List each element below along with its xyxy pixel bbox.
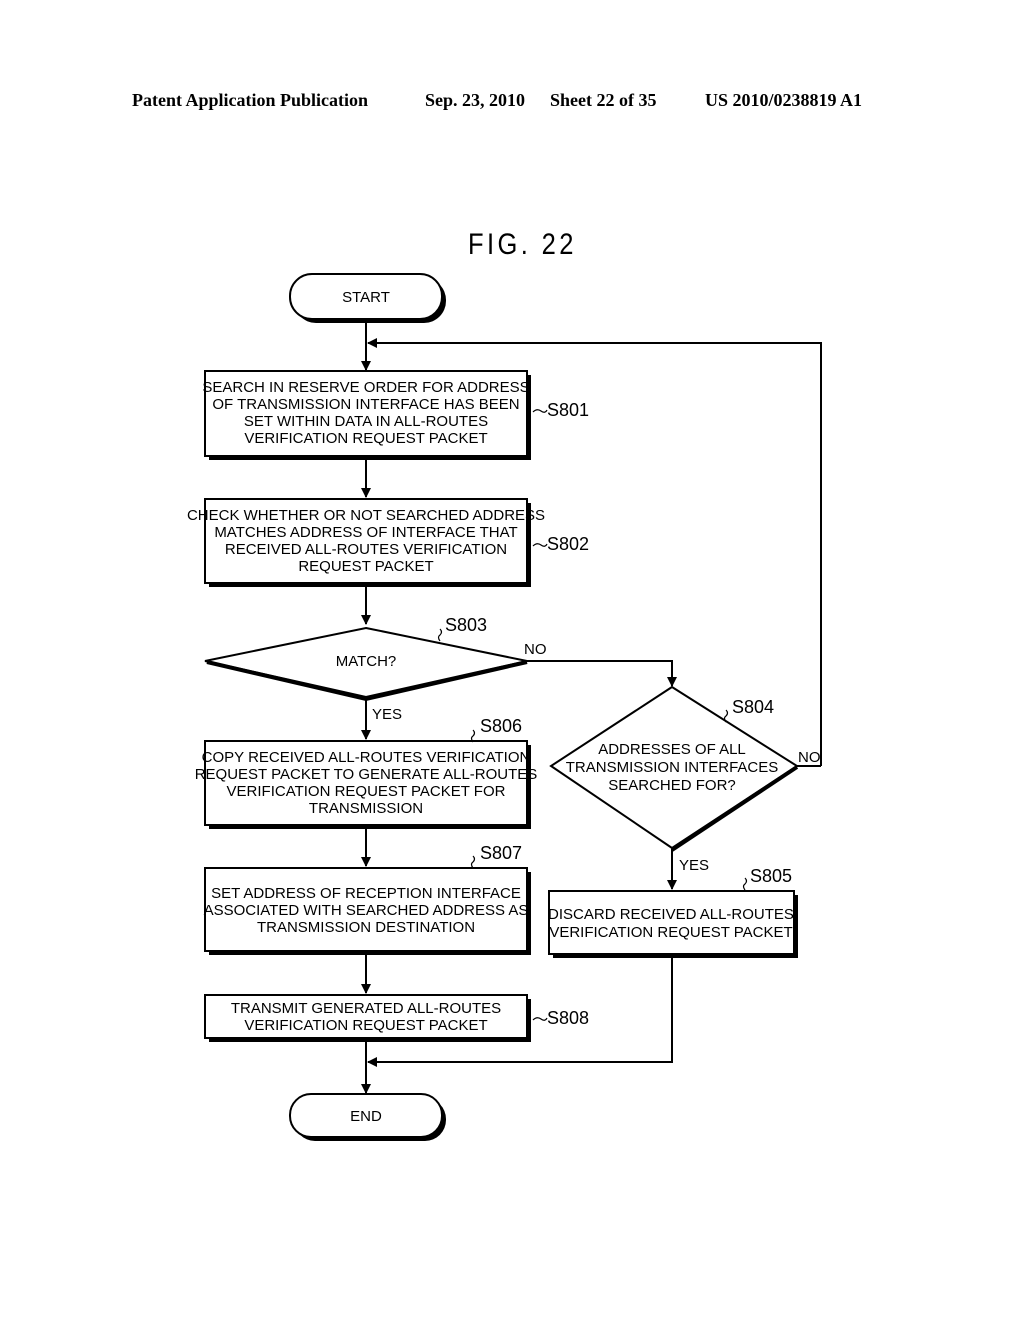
s806-line-2: REQUEST PACKET TO GENERATE ALL-ROUTES [195, 766, 538, 783]
s805-label: S805 [750, 866, 792, 886]
s807-label: S807 [480, 843, 522, 863]
s807-line-2: ASSOCIATED WITH SEARCHED ADDRESS AS [204, 902, 529, 919]
s802-label: S802 [547, 534, 589, 554]
s808-line-1: TRANSMIT GENERATED ALL-ROUTES [231, 1000, 501, 1017]
s802-line-2: MATCHES ADDRESS OF INTERFACE THAT [214, 524, 517, 541]
s801-line-3: SET WITHIN DATA IN ALL-ROUTES [244, 413, 488, 430]
s805-line-2: VERIFICATION REQUEST PACKET [549, 924, 792, 941]
s802-line-1: CHECK WHETHER OR NOT SEARCHED ADDRESS [187, 507, 545, 524]
s802-line-3: RECEIVED ALL-ROUTES VERIFICATION [225, 541, 507, 558]
decision-s804: ADDRESSES OF ALL TRANSMISSION INTERFACES… [549, 685, 821, 874]
s803-question: MATCH? [336, 653, 397, 670]
s804-label: S804 [732, 697, 774, 717]
end-terminal: END [289, 1093, 446, 1141]
s808-label: S808 [547, 1008, 589, 1028]
end-label: END [350, 1108, 382, 1125]
s806-line-1: COPY RECEIVED ALL-ROUTES VERIFICATION [202, 749, 531, 766]
s803-label: S803 [445, 615, 487, 635]
s803-no-label: NO [524, 641, 547, 658]
s806-line-3: VERIFICATION REQUEST PACKET FOR [227, 783, 506, 800]
s806-label: S806 [480, 716, 522, 736]
start-terminal: START [289, 273, 446, 323]
process-step-s805: DISCARD RECEIVED ALL-ROUTES VERIFICATION… [548, 866, 798, 958]
process-step-s807: SET ADDRESS OF RECEPTION INTERFACE ASSOC… [204, 843, 531, 955]
s804-line-2: TRANSMISSION INTERFACES [566, 759, 779, 776]
s805-line-1: DISCARD RECEIVED ALL-ROUTES [548, 906, 794, 923]
process-step-s801: SEARCH IN RESERVE ORDER FOR ADDRESS OF T… [202, 370, 589, 460]
s804-no-label: NO [798, 749, 821, 766]
s801-label: S801 [547, 400, 589, 420]
process-step-s808: TRANSMIT GENERATED ALL-ROUTES VERIFICATI… [204, 994, 589, 1042]
s802-line-4: REQUEST PACKET [298, 558, 433, 575]
decision-s803: MATCH? S803 NO YES [204, 615, 547, 723]
s801-line-2: OF TRANSMISSION INTERFACE HAS BEEN [212, 396, 519, 413]
s803-yes-label: YES [372, 706, 402, 723]
s804-line-1: ADDRESSES OF ALL [598, 741, 746, 758]
s806-line-4: TRANSMISSION [309, 800, 423, 817]
process-step-s802: CHECK WHETHER OR NOT SEARCHED ADDRESS MA… [187, 498, 589, 587]
s807-line-1: SET ADDRESS OF RECEPTION INTERFACE [211, 885, 521, 902]
start-label: START [342, 289, 390, 306]
arrow-s803-no [527, 660, 677, 687]
flowchart: START SEARCH IN RESERVE ORDER FOR ADDRES… [187, 273, 822, 1141]
s808-line-2: VERIFICATION REQUEST PACKET [244, 1017, 487, 1034]
s804-yes-label: YES [679, 857, 709, 874]
s801-line-4: VERIFICATION REQUEST PACKET [244, 430, 487, 447]
s807-line-3: TRANSMISSION DESTINATION [257, 919, 475, 936]
s801-line-1: SEARCH IN RESERVE ORDER FOR ADDRESS [202, 379, 529, 396]
s804-line-3: SEARCHED FOR? [608, 777, 736, 794]
